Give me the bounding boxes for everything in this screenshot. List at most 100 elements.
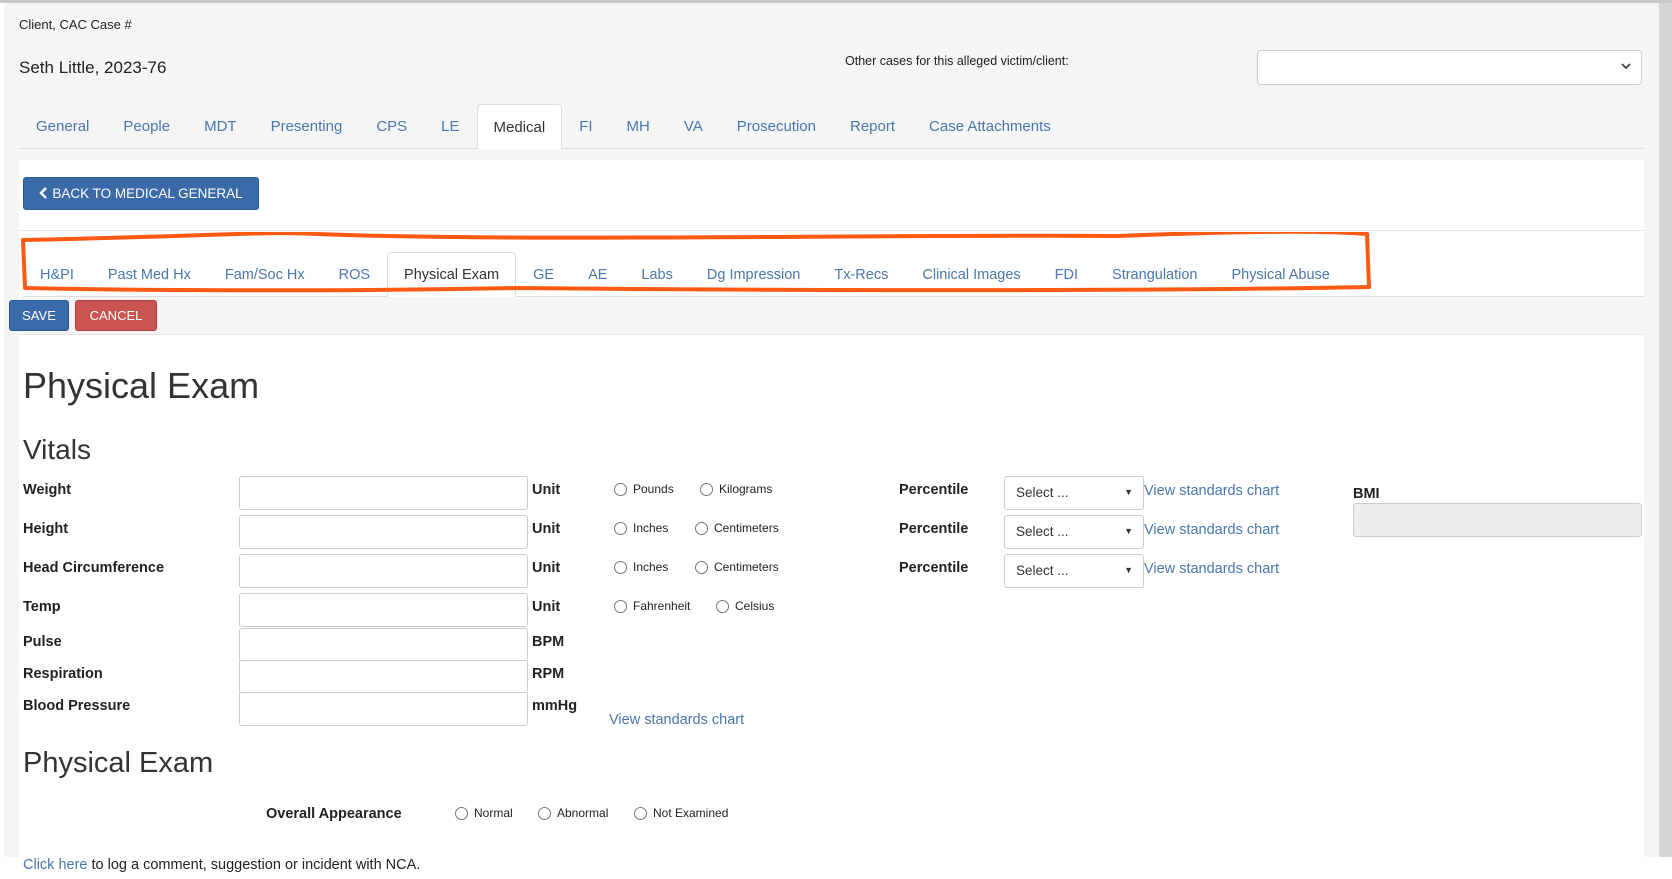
subtab-hpi[interactable]: H&PI xyxy=(23,252,91,296)
caret-down-icon: ▼ xyxy=(1124,526,1133,536)
select-value: Select ... xyxy=(1016,524,1069,539)
radio-fahrenheit[interactable]: Fahrenheit xyxy=(614,599,690,613)
vitals-row-blood-pressure: Blood Pressure mmHg xyxy=(19,692,1644,726)
height-standards-chart-link[interactable]: View standards chart xyxy=(1144,522,1279,538)
weight-input[interactable] xyxy=(239,476,528,510)
feedback-link[interactable]: Click here xyxy=(23,857,87,873)
tab-fi[interactable]: FI xyxy=(562,104,609,148)
footer: Click here to log a comment, suggestion … xyxy=(0,857,1672,876)
respiration-label: Respiration xyxy=(23,666,103,682)
overall-appearance-label: Overall Appearance xyxy=(266,806,402,822)
radio-label: Abnormal xyxy=(557,806,609,820)
weight-standards-chart-link[interactable]: View standards chart xyxy=(1144,483,1279,499)
radio-not-examined[interactable]: Not Examined xyxy=(634,806,728,820)
page-title: Physical Exam xyxy=(23,365,260,406)
radio-label: Inches xyxy=(633,560,669,574)
case-page: Client, CAC Case # Seth Little, 2023-76 … xyxy=(4,3,1659,879)
radio-label: Fahrenheit xyxy=(633,599,691,613)
chevron-down-icon xyxy=(1621,60,1631,74)
radio-circle-icon xyxy=(614,482,627,496)
back-to-medical-general-button[interactable]: BACK TO MEDICAL GENERAL xyxy=(23,177,259,210)
subtab-fam-soc-hx[interactable]: Fam/Soc Hx xyxy=(208,252,322,296)
radio-label: Normal xyxy=(474,806,513,820)
vitals-row-respiration: Respiration RPM xyxy=(19,660,1644,694)
other-cases-select[interactable] xyxy=(1257,50,1642,85)
client-label: Client, CAC Case # xyxy=(19,17,132,32)
height-label: Height xyxy=(23,521,69,537)
chevron-left-icon xyxy=(39,186,48,202)
caret-down-icon: ▼ xyxy=(1124,487,1133,497)
radio-circle-icon xyxy=(614,560,627,574)
tab-mh[interactable]: MH xyxy=(610,104,667,148)
height-percentile-select[interactable]: Select ... ▼ xyxy=(1004,515,1144,549)
scrollbar-track[interactable] xyxy=(1659,3,1672,876)
subtab-physical-abuse[interactable]: Physical Abuse xyxy=(1214,252,1346,296)
blood-pressure-standards-chart-link[interactable]: View standards chart xyxy=(609,712,744,728)
subtab-fdi[interactable]: FDI xyxy=(1038,252,1095,296)
tab-mdt[interactable]: MDT xyxy=(187,104,254,148)
overall-appearance-row: Overall Appearance Normal Abnormal Not E… xyxy=(19,800,1019,824)
bmi-field xyxy=(1353,503,1642,537)
height-input[interactable] xyxy=(239,515,528,549)
subtab-clinical-images[interactable]: Clinical Images xyxy=(905,252,1037,296)
height-percentile-label: Percentile xyxy=(899,521,969,537)
head-circumference-percentile-select[interactable]: Select ... ▼ xyxy=(1004,554,1144,588)
tab-medical[interactable]: Medical xyxy=(476,104,563,149)
pulse-input[interactable] xyxy=(239,628,528,662)
radio-inches[interactable]: Inches xyxy=(614,521,668,535)
select-value: Select ... xyxy=(1016,563,1069,578)
radio-pounds[interactable]: Pounds xyxy=(614,482,674,496)
tab-le[interactable]: LE xyxy=(424,104,476,148)
vitals-row-temp: Temp Unit Fahrenheit Celsius xyxy=(19,593,1644,627)
head-circumference-input[interactable] xyxy=(239,554,528,588)
radio-kilograms[interactable]: Kilograms xyxy=(700,482,772,496)
vitals-row-head-circumference: Head Circumference Unit Inches Centimete… xyxy=(19,554,1644,588)
respiration-input[interactable] xyxy=(239,660,528,694)
medical-panel: BACK TO MEDICAL GENERAL H&PI Past Med Hx… xyxy=(9,160,1644,879)
subtab-tx-recs[interactable]: Tx-Recs xyxy=(817,252,905,296)
radio-circle-icon xyxy=(716,599,729,613)
medical-sub-tabs: H&PI Past Med Hx Fam/Soc Hx ROS Physical… xyxy=(23,252,1644,297)
blood-pressure-input[interactable] xyxy=(239,692,528,726)
subtab-strangulation[interactable]: Strangulation xyxy=(1095,252,1214,296)
temp-input[interactable] xyxy=(239,593,528,627)
head-circumference-percentile-label: Percentile xyxy=(899,560,969,576)
radio-label: Kilograms xyxy=(719,482,773,496)
subtab-past-med-hx[interactable]: Past Med Hx xyxy=(91,252,208,296)
subtab-dg-impression[interactable]: Dg Impression xyxy=(690,252,817,296)
radio-centimeters[interactable]: Centimeters xyxy=(695,521,779,535)
weight-percentile-select[interactable]: Select ... ▼ xyxy=(1004,476,1144,510)
tab-case-attachments[interactable]: Case Attachments xyxy=(912,104,1068,148)
subtab-labs[interactable]: Labs xyxy=(624,252,689,296)
respiration-unit-label: RPM xyxy=(532,666,565,682)
head-circumference-standards-chart-link[interactable]: View standards chart xyxy=(1144,561,1279,577)
radio-celsius[interactable]: Celsius xyxy=(716,599,774,613)
radio-centimeters[interactable]: Centimeters xyxy=(695,560,779,574)
client-name: Seth Little, 2023-76 xyxy=(19,58,167,77)
tab-va[interactable]: VA xyxy=(667,104,720,148)
subtab-ae[interactable]: AE xyxy=(571,252,624,296)
temp-label: Temp xyxy=(23,599,61,615)
subtab-physical-exam[interactable]: Physical Exam xyxy=(387,252,517,297)
tab-presenting[interactable]: Presenting xyxy=(254,104,360,148)
action-bar: SAVE CANCEL xyxy=(9,297,1644,335)
subtab-ros[interactable]: ROS xyxy=(322,252,387,296)
vitals-row-pulse: Pulse BPM xyxy=(19,628,1644,662)
blood-pressure-unit-label: mmHg xyxy=(532,698,578,714)
tab-cps[interactable]: CPS xyxy=(359,104,424,148)
temp-unit-label: Unit xyxy=(532,599,561,615)
tab-report[interactable]: Report xyxy=(833,104,912,148)
cancel-button[interactable]: CANCEL xyxy=(75,300,157,331)
radio-abnormal[interactable]: Abnormal xyxy=(538,806,608,820)
tab-prosecution[interactable]: Prosecution xyxy=(720,104,833,148)
head-circumference-unit-label: Unit xyxy=(532,560,561,576)
save-button[interactable]: SAVE xyxy=(9,300,69,331)
radio-inches[interactable]: Inches xyxy=(614,560,668,574)
tab-people[interactable]: People xyxy=(106,104,187,148)
vitals-heading: Vitals xyxy=(23,434,91,465)
radio-circle-icon xyxy=(614,521,627,535)
subtab-ge[interactable]: GE xyxy=(516,252,571,296)
blood-pressure-label: Blood Pressure xyxy=(23,698,131,714)
tab-general[interactable]: General xyxy=(19,104,106,148)
radio-normal[interactable]: Normal xyxy=(455,806,513,820)
